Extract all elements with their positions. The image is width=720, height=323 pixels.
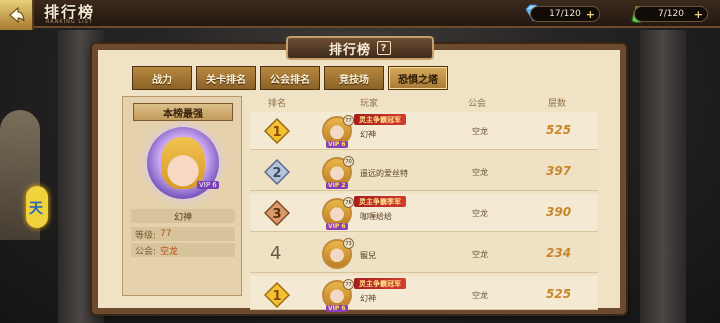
player-level: 77 <box>343 115 354 126</box>
svg-text:2: 2 <box>272 166 281 181</box>
gold-rank-icon: 1 <box>264 118 290 144</box>
back-arrow-icon <box>9 6 25 24</box>
col-player: 玩家 <box>360 99 379 109</box>
top-player-portrait[interactable]: VIP 6 <box>147 127 219 199</box>
top-player-header: 本榜最强 <box>133 103 233 121</box>
player-name: 咖喱给给 <box>360 212 392 221</box>
add-stamina-button[interactable]: + <box>694 8 703 21</box>
back-button[interactable] <box>0 0 34 30</box>
player-level: 76 <box>343 197 354 208</box>
gold-rank-icon: 1 <box>264 282 290 308</box>
ranking-table-header: 排名 玩家 公会 层数 <box>250 96 598 110</box>
player-floor: 525 <box>546 287 572 301</box>
player-name: 幻神 <box>360 294 376 303</box>
tab-power[interactable]: 战力 <box>132 66 192 90</box>
player-vip-badge: VIP 6 <box>326 141 348 148</box>
stamina-count: 7/120 <box>658 9 684 19</box>
ranking-tabs: 战力 关卡排名 公会排名 竞技场 恐惧之塔 <box>132 66 448 90</box>
svg-text:1: 1 <box>272 289 281 304</box>
player-floor: 234 <box>546 246 572 260</box>
player-guild: 空龙 <box>472 168 488 177</box>
player-level: 70 <box>343 156 354 167</box>
player-level: 77 <box>343 279 354 290</box>
player-floor: 525 <box>546 123 572 137</box>
panel-title-text: 排行榜 <box>328 42 371 58</box>
player-guild: 空龙 <box>472 127 488 136</box>
player-title-badge: 灵主争霸冠军 <box>354 114 406 125</box>
help-icon[interactable]: ? <box>377 41 391 55</box>
player-avatar[interactable]: 77 VIP 6 <box>322 279 354 312</box>
table-row[interactable]: 2 70 VIP 2 遥远的爱丝特 空龙 397 <box>250 153 598 191</box>
tab-stage-ranking[interactable]: 关卡排名 <box>196 66 256 90</box>
add-gems-button[interactable]: + <box>586 8 595 21</box>
panel-title: 排行榜 ? <box>286 36 434 60</box>
top-player-vip-badge: VIP 6 <box>197 181 219 189</box>
player-floor: 397 <box>546 164 572 178</box>
player-vip-badge: VIP 2 <box>326 182 348 189</box>
table-row[interactable]: 1 77 VIP 6 灵主争霸冠军 幻神 空龙 525 <box>250 112 598 150</box>
player-avatar[interactable]: 77 VIP 6 <box>322 115 354 148</box>
player-avatar[interactable]: 76 VIP 6 <box>322 197 354 230</box>
player-avatar[interactable]: 73 <box>322 238 354 269</box>
player-name: 幻神 <box>360 130 376 139</box>
background-pillar-right <box>640 30 686 323</box>
player-avatar[interactable]: 70 VIP 2 <box>322 156 354 189</box>
top-player-name: 幻神 <box>131 209 235 223</box>
player-name: 遥远的爱丝特 <box>360 169 408 178</box>
tab-guild-ranking[interactable]: 公会排名 <box>260 66 320 90</box>
col-rank: 排名 <box>268 99 287 109</box>
guild-label: 公会: <box>135 246 157 257</box>
side-event-badge[interactable]: 天 <box>26 186 48 228</box>
top-player-guild-row: 公会: 空龙 <box>131 243 235 257</box>
table-row[interactable]: 4 73 寵兒 空龙 234 <box>250 235 598 273</box>
stamina-counter: 7/120 + <box>634 6 708 22</box>
top-player-level-row: 等级: 77 <box>131 227 235 241</box>
col-floors: 层数 <box>548 99 567 109</box>
player-floor: 390 <box>546 205 572 219</box>
tab-arena[interactable]: 竞技场 <box>324 66 384 90</box>
table-row[interactable]: 1 77 VIP 6 灵主争霸冠军 幻神 空龙 525 <box>250 276 598 312</box>
col-guild: 公会 <box>468 99 487 109</box>
rank-number: 4 <box>270 243 282 264</box>
level-value: 77 <box>160 229 172 239</box>
player-guild: 空龙 <box>472 250 488 259</box>
page-subtitle: RANKING LIST <box>46 19 93 25</box>
svg-text:3: 3 <box>272 207 281 222</box>
bronze-rank-icon: 3 <box>264 200 290 226</box>
top-bar: 排行榜 RANKING LIST 17/120 + 7/120 + <box>0 0 720 30</box>
player-guild: 空龙 <box>472 291 488 300</box>
player-vip-badge: VIP 6 <box>326 223 348 230</box>
svg-text:1: 1 <box>272 125 281 140</box>
player-level: 73 <box>343 238 354 249</box>
player-name: 寵兒 <box>360 251 376 260</box>
level-label: 等级: <box>135 230 157 241</box>
player-title-badge: 灵主争霸季军 <box>354 196 406 207</box>
player-guild: 空龙 <box>472 209 488 218</box>
gem-counter: 17/120 + <box>530 6 600 22</box>
table-row[interactable]: 3 76 VIP 6 灵主争霸季军 咖喱给给 空龙 390 <box>250 194 598 232</box>
tab-tower-of-fear[interactable]: 恐惧之塔 <box>388 66 448 90</box>
player-vip-badge: VIP 6 <box>326 305 348 312</box>
guild-value: 空龙 <box>160 246 179 257</box>
gem-count: 17/120 <box>549 9 581 19</box>
top-player-card: 本榜最强 VIP 6 幻神 等级: 77 公会: 空龙 <box>122 96 242 296</box>
silver-rank-icon: 2 <box>264 159 290 185</box>
player-title-badge: 灵主争霸冠军 <box>354 278 406 289</box>
